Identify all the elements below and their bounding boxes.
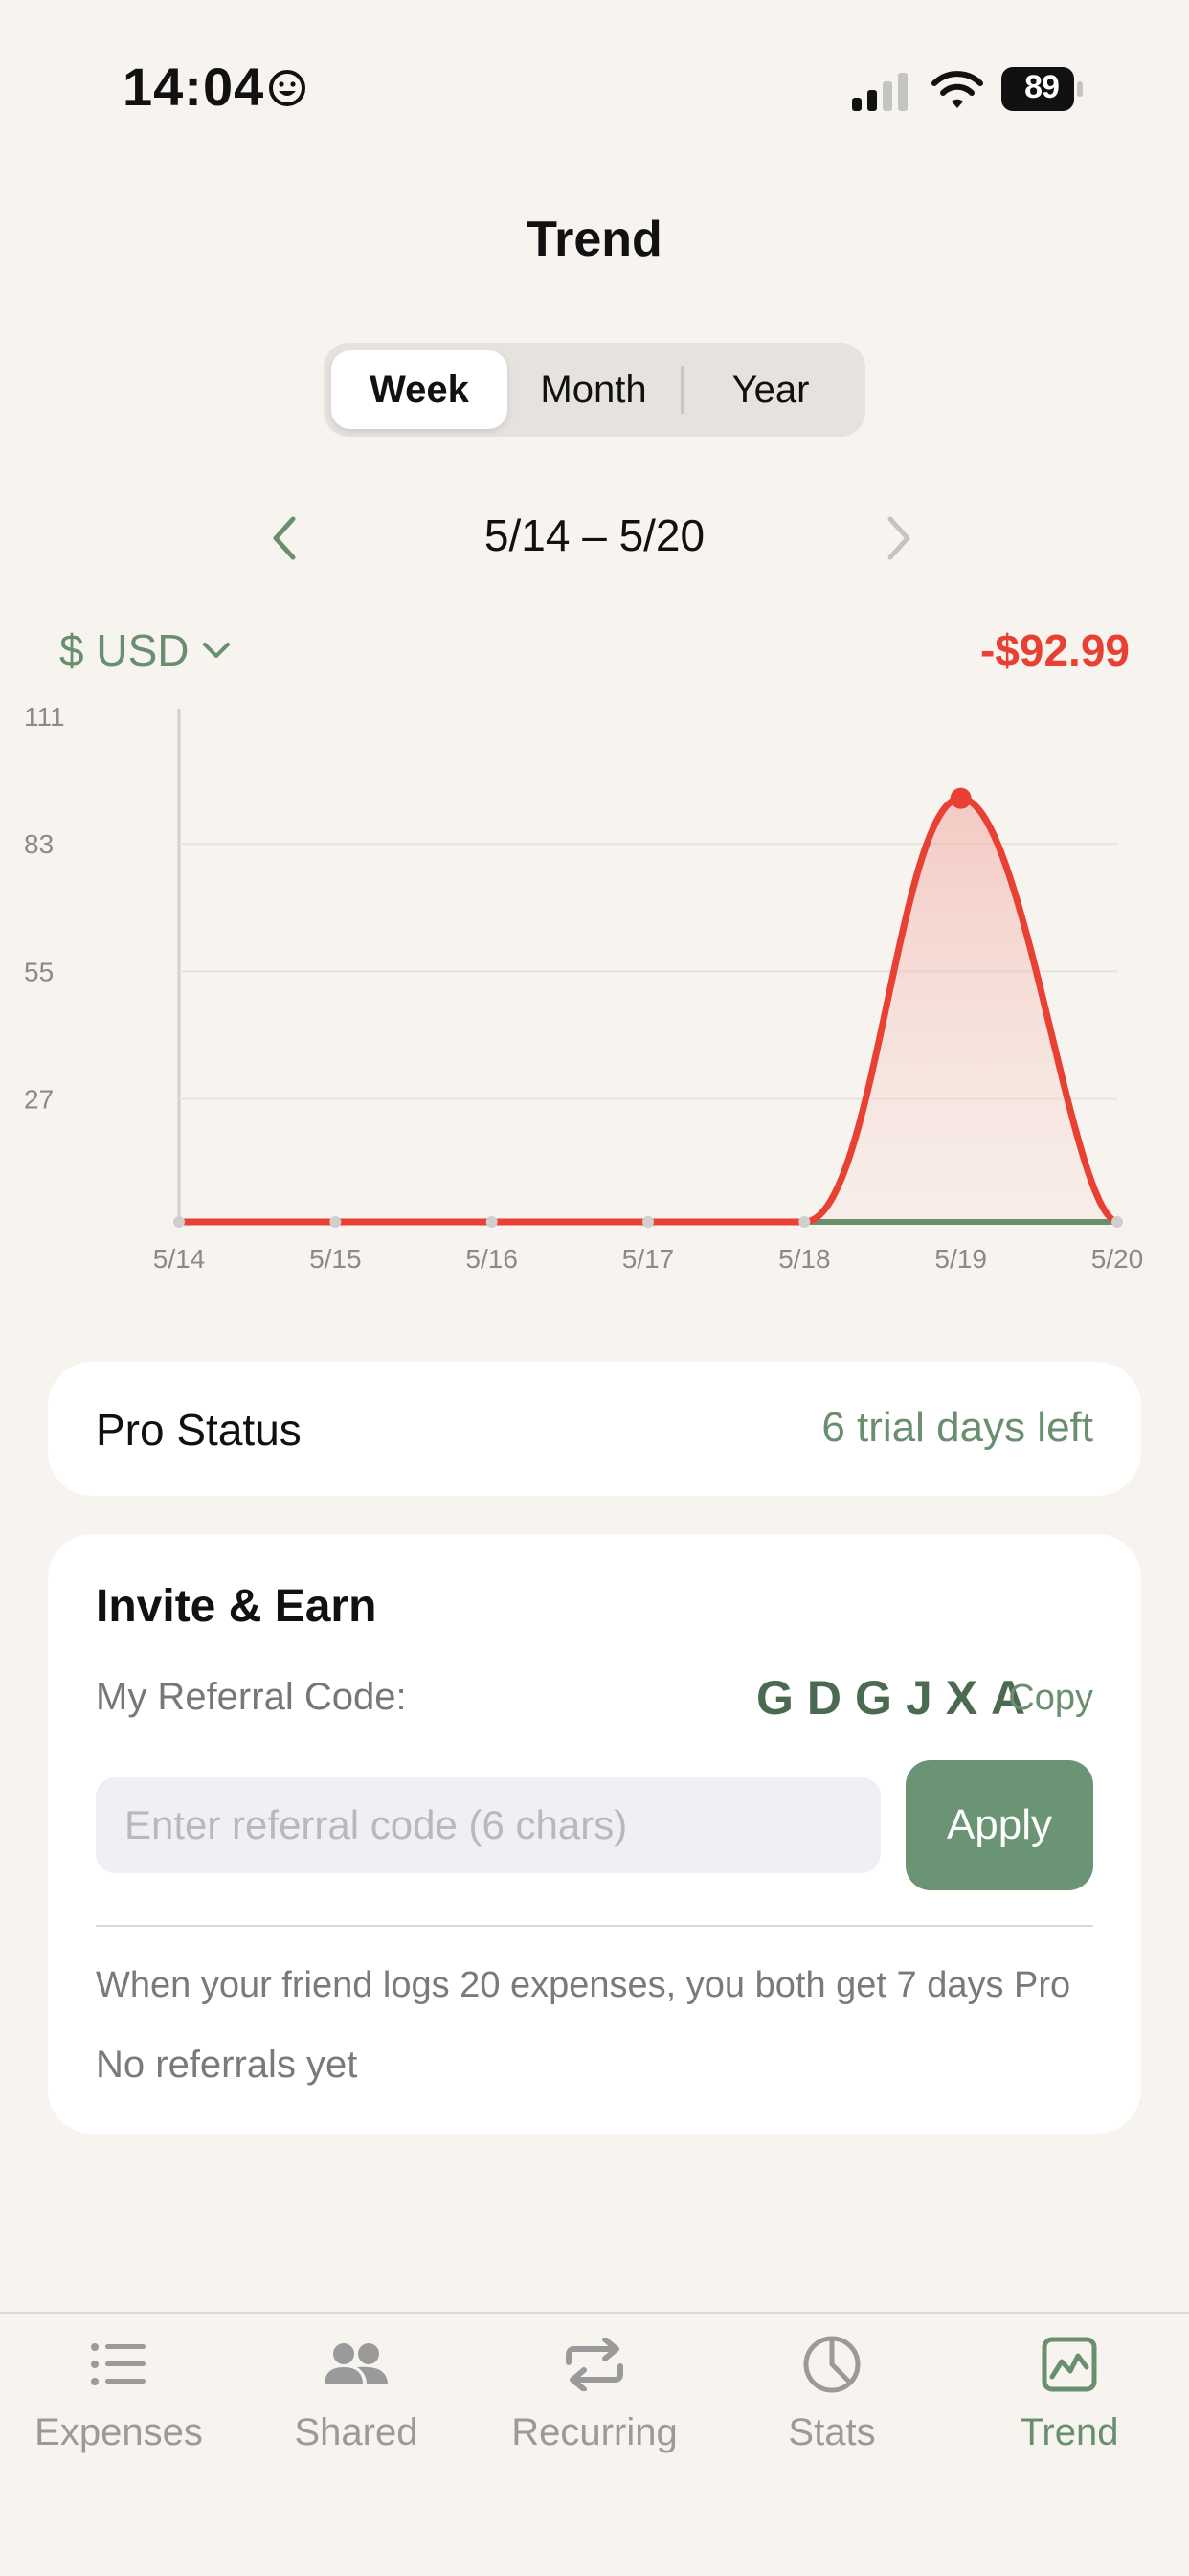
tab-week[interactable]: Week bbox=[331, 350, 507, 429]
y-tick-label: 111 bbox=[24, 702, 65, 732]
copy-button[interactable]: Copy bbox=[1008, 1678, 1093, 1719]
cellular-signal-icon bbox=[852, 73, 908, 111]
tab-trend[interactable]: Trend bbox=[951, 2329, 1188, 2482]
tab-trend-label: Trend bbox=[1020, 2411, 1119, 2453]
tab-year[interactable]: Year bbox=[684, 350, 858, 429]
tab-stats[interactable]: Stats bbox=[713, 2329, 951, 2482]
currency-label: $ USD bbox=[59, 625, 190, 675]
x-tick-label: 5/20 bbox=[1091, 1244, 1144, 1274]
referral-info-text: When your friend logs 20 expenses, you b… bbox=[96, 1965, 1071, 2005]
invite-title: Invite & Earn bbox=[96, 1581, 377, 1632]
chevron-left-icon[interactable] bbox=[268, 513, 301, 563]
tab-shared-label: Shared bbox=[294, 2411, 418, 2453]
trend-chart: 111 83 55 27 5/14 5/15 5/16 5/17 5/18 5/19 5/20 bbox=[24, 702, 1144, 1274]
tab-expenses[interactable]: Expenses bbox=[0, 2329, 237, 2482]
trend-chart-icon bbox=[1042, 2337, 1097, 2392]
period-total: -$92.99 bbox=[979, 625, 1130, 675]
y-tick-label: 83 bbox=[24, 829, 54, 859]
data-point bbox=[485, 1216, 498, 1228]
referral-code-label: My Referral Code: bbox=[96, 1676, 407, 1718]
wifi-icon bbox=[931, 71, 983, 108]
x-tick-label: 5/16 bbox=[465, 1244, 518, 1274]
data-point bbox=[798, 1216, 811, 1228]
pie-chart-icon bbox=[803, 2336, 861, 2393]
x-tick-label: 5/19 bbox=[934, 1244, 987, 1274]
tab-month[interactable]: Month bbox=[507, 350, 680, 429]
tab-stats-label: Stats bbox=[788, 2411, 876, 2453]
x-tick-label: 5/15 bbox=[309, 1244, 362, 1274]
list-icon bbox=[91, 2343, 146, 2385]
pro-status-value: 6 trial days left bbox=[821, 1404, 1093, 1451]
x-tick-label: 5/18 bbox=[778, 1244, 831, 1274]
tab-shared[interactable]: Shared bbox=[237, 2329, 475, 2482]
period-segmented-control: Week Month Year bbox=[324, 343, 865, 437]
divider bbox=[96, 1925, 1093, 1927]
peak-point bbox=[950, 787, 972, 809]
date-range: 5/14 – 5/20 bbox=[483, 510, 706, 560]
data-point bbox=[642, 1216, 654, 1228]
referrals-status: No referrals yet bbox=[96, 2044, 358, 2086]
tab-expenses-label: Expenses bbox=[34, 2411, 203, 2453]
tab-recurring-label: Recurring bbox=[511, 2411, 678, 2453]
status-time: 14:04 bbox=[123, 56, 265, 117]
y-tick-label: 27 bbox=[24, 1085, 54, 1115]
chevron-right-icon[interactable] bbox=[883, 513, 915, 563]
repeat-icon bbox=[566, 2338, 623, 2391]
x-tick-label: 5/14 bbox=[153, 1244, 206, 1274]
referral-code-input[interactable] bbox=[96, 1777, 881, 1873]
tab-recurring[interactable]: Recurring bbox=[476, 2329, 713, 2482]
data-point bbox=[329, 1216, 342, 1228]
apply-button[interactable]: Apply bbox=[906, 1760, 1093, 1890]
page-title: Trend bbox=[527, 212, 662, 267]
pro-status-label: Pro Status bbox=[96, 1405, 302, 1455]
data-point bbox=[1111, 1216, 1123, 1228]
battery-level: 89 bbox=[1024, 69, 1060, 105]
referral-code: GDGJXA bbox=[756, 1671, 1040, 1725]
smiley-icon bbox=[269, 70, 305, 106]
currency-selector[interactable]: $ USD bbox=[59, 624, 231, 676]
x-tick-label: 5/17 bbox=[622, 1244, 675, 1274]
y-tick-label: 55 bbox=[24, 957, 54, 986]
people-icon bbox=[325, 2343, 388, 2384]
data-point bbox=[173, 1216, 185, 1228]
chevron-down-icon bbox=[203, 643, 231, 658]
